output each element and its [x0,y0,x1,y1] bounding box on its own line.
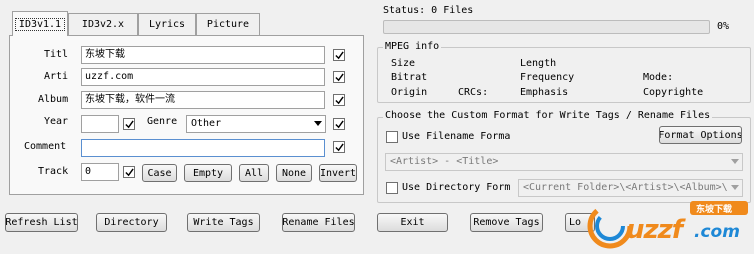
directory-button[interactable]: Directory [96,213,167,232]
track-field[interactable]: 0 [81,163,119,181]
empty-button[interactable]: Empty [184,164,232,182]
artist-label: Arti [44,71,69,82]
logo-brand-text: uzzf [626,215,683,245]
artist-field[interactable]: uzzf.com [81,68,325,86]
write-tags-button[interactable]: Write Tags [187,213,260,232]
remove-tags-button[interactable]: Remove Tags [470,213,543,232]
chevron-down-icon [314,121,322,126]
none-button[interactable]: None [276,164,312,182]
year-field[interactable] [81,115,119,133]
case-button[interactable]: Case [142,164,177,182]
comment-field[interactable] [81,139,325,157]
filename-format-select[interactable]: <Artist> - <Title> [385,153,743,171]
year-label: Year [44,116,69,127]
track-checkbox[interactable] [123,166,135,178]
size-label: Size [391,58,416,69]
format-options-button[interactable]: Format Options [659,126,742,144]
use-directory-label: Use Directory Form [402,182,511,193]
tag-form: Titl 东坡下载 Arti uzzf.com Album 东坡下载，软件一流 … [0,0,370,200]
genre-value: Other [191,118,222,129]
genre-select[interactable]: Other [186,115,326,133]
check-icon [124,119,134,128]
check-icon [334,95,344,104]
mode-label: Mode: [643,72,674,83]
copyright-label: Copyrighte [643,87,704,98]
check-icon [334,72,344,81]
title-checkbox[interactable] [333,49,345,61]
uzzf-logo: 东坡下载 uzzf .com [582,198,752,250]
comment-label: Comment [24,141,67,152]
check-icon [334,119,344,128]
check-icon [334,50,344,59]
directory-format-select[interactable]: <Current Folder>\<Artist>\<Album>\ [518,179,743,197]
logo-brand-suffix: .com [694,222,740,242]
use-directory-checkbox[interactable] [386,182,398,194]
status-label: Status: 0 Files [383,5,474,16]
crcs-label: CRCs: [458,87,489,98]
check-icon [334,142,344,151]
album-label: Album [38,94,69,105]
filename-format-value: <Artist> - <Title> [390,156,499,167]
custom-format-title: Choose the Custom Format for Write Tags … [383,110,713,121]
album-checkbox[interactable] [333,94,345,106]
progress-percent: 0% [717,21,730,32]
album-field[interactable]: 东坡下载，软件一流 [81,91,325,109]
genre-label: Genre [147,116,178,127]
chevron-down-icon [731,185,739,190]
use-filename-checkbox[interactable] [386,131,398,143]
emphasis-label: Emphasis [520,87,569,98]
check-icon [124,167,134,176]
track-label: Track [38,166,69,177]
frequency-label: Frequency [520,72,575,83]
exit-button[interactable]: Exit [377,213,448,232]
rename-files-button[interactable]: Rename Files [282,213,355,232]
mpeg-info-title: MPEG info [383,41,442,52]
original-label: Origin [391,87,428,98]
use-filename-label: Use Filename Forma [402,131,511,142]
comment-checkbox[interactable] [333,141,345,153]
year-checkbox[interactable] [123,118,135,130]
title-field[interactable]: 东坡下载 [81,46,325,64]
directory-format-value: <Current Folder>\<Artist>\<Album>\ [523,182,728,193]
genre-checkbox[interactable] [333,118,345,130]
logo-badge-text: 东坡下载 [696,205,733,215]
invert-button[interactable]: Invert [319,164,357,182]
chevron-down-icon [731,159,739,164]
all-button[interactable]: All [239,164,269,182]
progress-bar [383,20,710,34]
title-label: Titl [44,49,69,60]
artist-checkbox[interactable] [333,71,345,83]
bitrate-label: Bitrat [391,72,428,83]
refresh-list-button[interactable]: Refresh List [5,213,78,232]
length-label: Length [520,58,557,69]
